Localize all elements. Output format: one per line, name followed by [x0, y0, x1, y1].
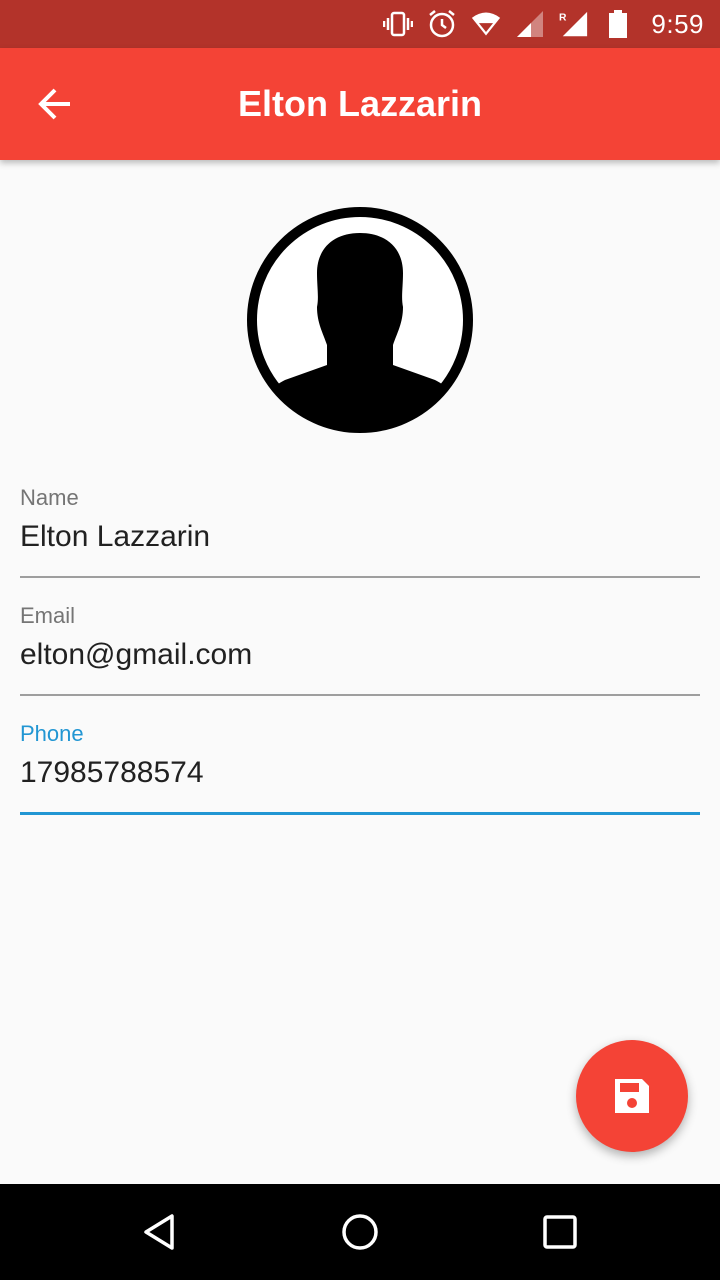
nav-back-button[interactable] [136, 1208, 184, 1256]
back-button[interactable] [24, 76, 88, 132]
status-bar: R 9:59 [0, 0, 720, 48]
email-underline [20, 694, 700, 696]
roaming-signal-icon: R [559, 9, 589, 39]
arrow-back-icon [38, 88, 70, 120]
phone-label: Phone [20, 721, 84, 746]
name-label: Name [20, 485, 79, 510]
save-button[interactable] [576, 1040, 688, 1152]
email-field[interactable]: Email [20, 603, 700, 721]
phone-underline [20, 812, 700, 815]
alarm-icon [427, 9, 457, 39]
nav-back-icon [144, 1214, 174, 1250]
email-label: Email [20, 603, 76, 628]
nav-recents-icon [543, 1215, 577, 1249]
battery-icon [603, 9, 633, 39]
phone-input[interactable] [20, 755, 700, 791]
name-field[interactable]: Name [20, 485, 700, 603]
contact-avatar[interactable] [245, 205, 475, 435]
signal-icon [515, 9, 545, 39]
wifi-icon [471, 9, 501, 39]
name-underline [20, 576, 700, 578]
email-input[interactable] [20, 637, 700, 673]
vibrate-icon [383, 9, 414, 39]
name-input[interactable] [20, 519, 700, 555]
app-bar: Elton Lazzarin [0, 48, 720, 160]
person-silhouette-icon [247, 207, 473, 433]
nav-home-icon [342, 1214, 378, 1250]
svg-text:R: R [559, 12, 567, 23]
nav-recents-button[interactable] [536, 1208, 584, 1256]
save-icon [615, 1079, 649, 1113]
status-time: 9:59 [651, 8, 704, 39]
page-title: Elton Lazzarin [237, 83, 483, 124]
phone-field[interactable]: Phone [20, 721, 700, 839]
contact-edit-screen: R 9:59 Elton Lazzarin Name Elton Lazzari… [0, 0, 720, 1280]
nav-home-button[interactable] [336, 1208, 384, 1256]
system-nav-bar [0, 1184, 720, 1280]
